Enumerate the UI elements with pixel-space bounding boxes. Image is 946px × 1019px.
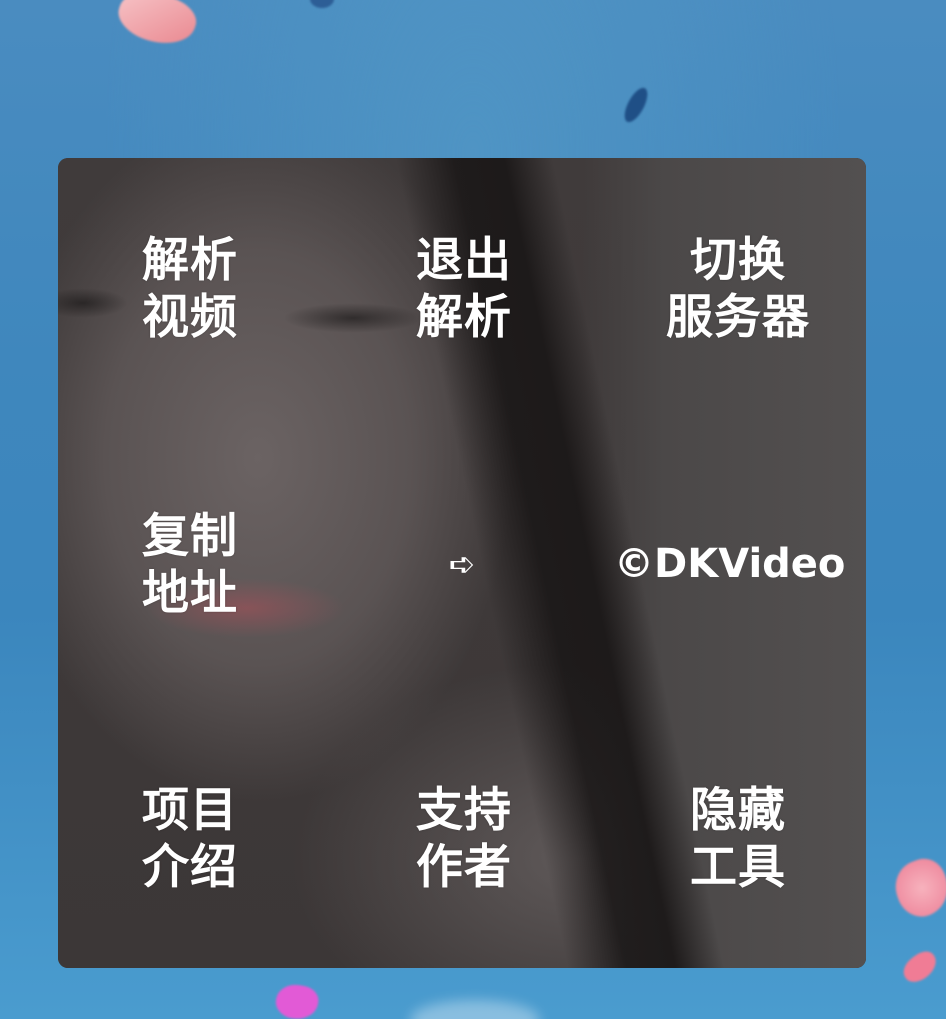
switch-server-button[interactable]: 切换 服务器 — [648, 232, 828, 346]
petal-decoration — [898, 946, 942, 988]
parse-video-label-line2: 视频 — [142, 290, 238, 345]
copy-address-label-line2: 地址 — [142, 566, 238, 621]
support-author-label-line1: 支持 — [416, 783, 512, 838]
exit-parse-button[interactable]: 退出 解析 — [374, 232, 554, 346]
support-author-label-line2: 作者 — [416, 840, 512, 895]
copy-address-button[interactable]: 复制 地址 — [100, 508, 280, 622]
hide-tool-button[interactable]: 隐藏 工具 — [648, 782, 828, 896]
parse-video-label-line1: 解析 — [142, 233, 238, 288]
project-intro-label-line2: 介绍 — [142, 840, 238, 895]
petal-decoration — [410, 1000, 540, 1019]
support-author-button[interactable]: 支持 作者 — [374, 782, 554, 896]
menu-grid: 解析 视频 退出 解析 切换 服务器 复制 地址 ➪ ©DKVideo 项目 介… — [58, 158, 866, 968]
hide-tool-label-line2: 工具 — [690, 840, 786, 895]
exit-parse-label-line1: 退出 — [416, 233, 512, 288]
exit-parse-label-line2: 解析 — [416, 290, 512, 345]
arrow-icon[interactable]: ➪ — [430, 542, 494, 586]
switch-server-label-line2: 服务器 — [666, 290, 810, 345]
petal-decoration — [887, 852, 946, 924]
petal-decoration — [112, 0, 202, 53]
parse-video-button[interactable]: 解析 视频 — [100, 232, 280, 346]
project-intro-label-line1: 项目 — [142, 783, 238, 838]
hide-tool-label-line1: 隐藏 — [690, 783, 786, 838]
petal-decoration — [310, 0, 334, 8]
tool-menu-panel: 解析 视频 退出 解析 切换 服务器 复制 地址 ➪ ©DKVideo 项目 介… — [58, 158, 866, 968]
credit-label: ©DKVideo — [614, 541, 846, 587]
petal-decoration — [620, 84, 652, 126]
petal-decoration — [273, 981, 321, 1019]
switch-server-label-line1: 切换 — [690, 233, 786, 288]
project-intro-button[interactable]: 项目 介绍 — [100, 782, 280, 896]
copy-address-label-line1: 复制 — [142, 509, 238, 564]
